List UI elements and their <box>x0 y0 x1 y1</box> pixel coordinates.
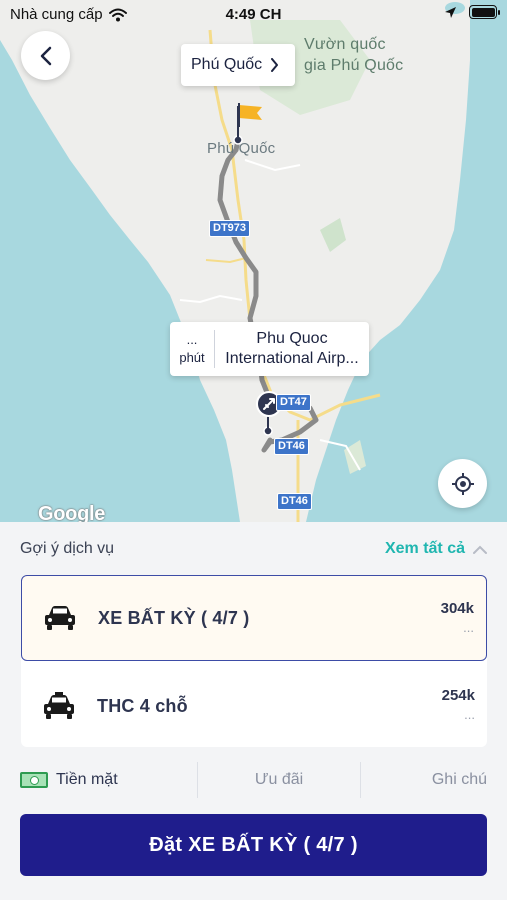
origin-callout[interactable]: ... phút Phu Quoc International Airp... <box>170 322 369 376</box>
note-label: Ghi chú <box>431 771 487 788</box>
see-all-link[interactable]: Xem tất cả <box>385 540 487 558</box>
map-label-park: Vườn quốc gia Phú Quốc <box>304 36 404 74</box>
road-shield: DT973 <box>209 220 251 237</box>
back-button[interactable] <box>21 31 70 80</box>
price-sub: ... <box>464 707 475 722</box>
destination-flag-icon <box>238 103 262 127</box>
promo-button[interactable]: Ưu đãi <box>197 762 360 798</box>
google-attribution: Google <box>38 503 106 522</box>
sheet-title: Gợi ý dịch vụ <box>20 540 115 557</box>
service-name: XE BẤT KỲ ( 4/7 ) <box>98 607 250 628</box>
chevron-up-icon <box>473 545 487 554</box>
eta-box: ... phút <box>170 330 215 368</box>
origin-place: Phu Quoc International Airp... <box>225 330 359 367</box>
cash-icon <box>20 772 48 788</box>
note-button[interactable]: Ghi chú <box>360 762 487 798</box>
battery-icon <box>469 5 500 19</box>
price-amount: 254k <box>441 687 475 704</box>
price-amount: 304k <box>440 600 474 617</box>
service-price: 304k ... <box>441 600 474 635</box>
destination-label: Phú Quốc <box>191 56 263 73</box>
eta-unit: phút <box>179 350 205 365</box>
chevron-left-icon <box>40 46 51 65</box>
road-shield: DT46 <box>274 438 309 455</box>
service-list: XE BẤT KỲ ( 4/7 ) 304k ... THC 4 chỗ 254… <box>21 575 487 747</box>
payment-method-button[interactable]: Tiền mặt <box>20 762 197 798</box>
crosshair-icon <box>451 472 474 495</box>
sheet-header: Gợi ý dịch vụ Xem tất cả <box>20 538 487 560</box>
service-name: THC 4 chỗ <box>97 695 188 716</box>
service-option-thc-4[interactable]: THC 4 chỗ 254k ... <box>21 663 487 749</box>
chevron-right-icon <box>271 58 279 72</box>
promo-label: Ưu đãi <box>254 771 304 788</box>
status-right <box>444 5 500 19</box>
see-all-label: Xem tất cả <box>384 540 465 557</box>
location-arrow-icon <box>445 6 456 18</box>
taxi-icon <box>21 692 97 720</box>
service-price: 254k ... <box>442 687 475 722</box>
car-icon <box>22 605 98 631</box>
road-shield: DT46 <box>277 493 312 510</box>
price-sub: ... <box>463 620 474 635</box>
road-shield: DT47 <box>276 394 311 411</box>
service-option-any-car[interactable]: XE BẤT KỲ ( 4/7 ) 304k ... <box>21 575 487 661</box>
destination-callout[interactable]: Phú Quốc <box>181 44 295 86</box>
map-label-town: Phú Quốc <box>207 140 276 157</box>
my-location-button[interactable] <box>438 459 487 508</box>
trip-options: Tiền mặt Ưu đãi Ghi chú <box>20 762 487 798</box>
status-bar: Nhà cung cấp 4:49 CH <box>0 0 507 30</box>
payment-label: Tiền mặt <box>56 771 118 788</box>
book-button[interactable]: Đặt XE BẤT KỲ ( 4/7 ) <box>20 814 487 876</box>
booking-sheet: Gợi ý dịch vụ Xem tất cả XE BẤT KỲ ( 4/7… <box>0 522 507 900</box>
eta-value: ... <box>186 332 198 347</box>
status-time: 4:49 CH <box>225 6 282 23</box>
